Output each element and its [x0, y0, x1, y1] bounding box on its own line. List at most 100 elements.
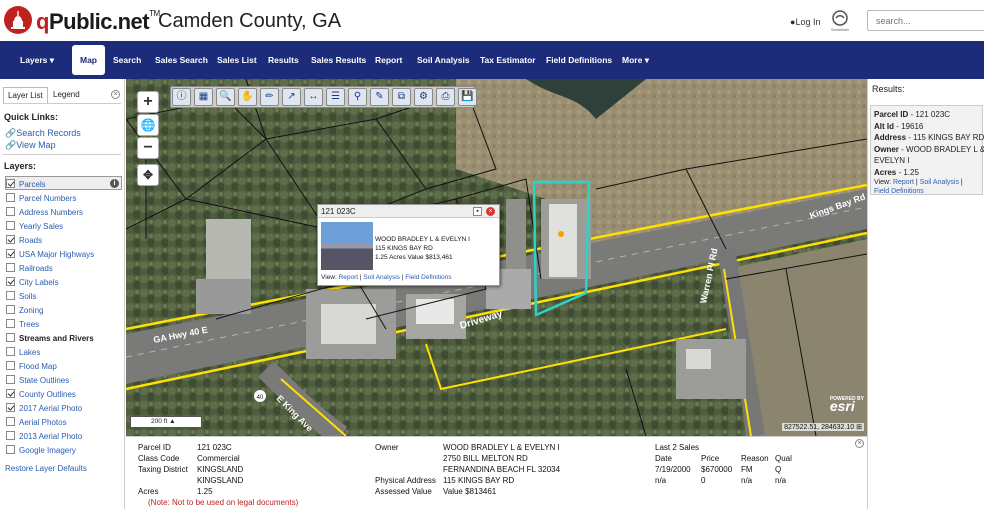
layer-item[interactable]: Trees: [6, 319, 39, 331]
popup-maximize-icon[interactable]: ▪: [473, 207, 482, 216]
zoom-in-button[interactable]: +: [137, 91, 159, 113]
nav-sales-list[interactable]: Sales List: [217, 41, 257, 79]
esri-logo[interactable]: POWERED BY esri: [830, 396, 864, 414]
nav-sales-results[interactable]: Sales Results: [311, 41, 366, 79]
nav-report[interactable]: Report: [375, 41, 402, 79]
layer-checkbox[interactable]: [6, 431, 15, 440]
layer-checkbox[interactable]: [6, 235, 15, 244]
layer-checkbox[interactable]: [6, 389, 15, 398]
layer-item[interactable]: Streams and Rivers: [6, 333, 94, 345]
quick-link-view-map[interactable]: 🔗View Map: [5, 140, 56, 151]
result-fielddef-link[interactable]: Field Definitions: [874, 188, 924, 195]
map-view[interactable]: GA Hwy 40 E E King Ave Driveway Kings Ba…: [126, 79, 867, 436]
nav-results[interactable]: Results: [268, 41, 299, 79]
tab-layer-list[interactable]: Layer List: [3, 87, 48, 103]
layer-item[interactable]: Aerial Photos: [6, 417, 67, 429]
layer-checkbox[interactable]: [6, 263, 15, 272]
tab-legend[interactable]: Legend: [49, 87, 84, 103]
nav-search[interactable]: Search: [113, 41, 141, 79]
popup-close-icon[interactable]: ×: [486, 207, 495, 216]
layer-checkbox[interactable]: [6, 305, 15, 314]
layer-checkbox[interactable]: [6, 403, 15, 412]
settings-icon[interactable]: ⚙: [414, 88, 433, 106]
nav-sales-search[interactable]: Sales Search: [155, 41, 208, 79]
layer-label: Streams and Rivers: [19, 334, 94, 343]
nav-map[interactable]: Map: [72, 45, 105, 75]
login-link[interactable]: ●Log In: [790, 17, 820, 27]
popup-report-link[interactable]: Report: [339, 274, 359, 281]
zoom-select-icon[interactable]: 🔍: [216, 88, 235, 106]
result-card[interactable]: Parcel ID - 121 023C Alt Id - 19616 Addr…: [870, 105, 984, 195]
layer-item[interactable]: Parcels: [6, 179, 46, 191]
layers-icon[interactable]: ☰: [326, 88, 345, 106]
result-soil-link[interactable]: Soil Analysis: [920, 179, 959, 186]
layer-checkbox[interactable]: [6, 221, 15, 230]
layer-checkbox[interactable]: [6, 417, 15, 426]
export-icon[interactable]: ↗: [282, 88, 301, 106]
layer-item[interactable]: Yearly Sales: [6, 221, 63, 233]
eraser-icon[interactable]: ✏: [260, 88, 279, 106]
identify-icon[interactable]: ⓘ: [172, 88, 191, 106]
layer-item[interactable]: Zoning: [6, 305, 43, 317]
info-icon[interactable]: i: [110, 179, 119, 188]
popup-view-label: View:: [321, 274, 337, 281]
layer-item[interactable]: Roads: [6, 235, 42, 247]
layer-checkbox[interactable]: [6, 277, 15, 286]
nav-tax-estimator[interactable]: Tax Estimator: [480, 41, 536, 79]
select-box-icon[interactable]: ▦: [194, 88, 213, 106]
capitol-dome-logo-icon[interactable]: [3, 5, 33, 35]
layer-checkbox[interactable]: [6, 347, 15, 356]
fullscreen-icon[interactable]: ⧉: [392, 88, 411, 106]
layer-checkbox[interactable]: [6, 291, 15, 300]
sale-row-2-qual: n/a: [775, 476, 787, 485]
popup-soil-link[interactable]: Soil Analysis: [363, 274, 400, 281]
measure-icon[interactable]: ↔: [304, 88, 323, 106]
layer-checkbox[interactable]: [6, 249, 15, 258]
layer-checkbox[interactable]: [6, 207, 15, 216]
layer-item[interactable]: State Outlines: [6, 375, 69, 387]
nav-more[interactable]: More ▾: [622, 41, 649, 79]
zoom-out-button[interactable]: −: [137, 137, 159, 159]
search-input[interactable]: [867, 10, 984, 31]
globe-button[interactable]: 🌐: [137, 114, 159, 136]
layer-item[interactable]: City Labels: [6, 277, 59, 289]
layer-item[interactable]: County Outlines: [6, 389, 76, 401]
layer-checkbox[interactable]: [6, 375, 15, 384]
layer-checkbox[interactable]: [6, 445, 15, 454]
quick-link-search-records[interactable]: 🔗Search Records: [5, 128, 81, 139]
draw-pencil-icon[interactable]: ✎: [370, 88, 389, 106]
restore-layer-defaults[interactable]: Restore Layer Defaults: [5, 464, 87, 473]
layer-checkbox[interactable]: [6, 179, 15, 188]
save-icon[interactable]: 💾: [458, 88, 477, 106]
layer-checkbox[interactable]: [6, 193, 15, 202]
layer-item[interactable]: Parcel Numbers: [6, 193, 76, 205]
hand-icon[interactable]: ✋: [238, 88, 257, 106]
layer-item[interactable]: Railroads: [6, 263, 53, 275]
brand-title[interactable]: qPublic.netTM: [36, 9, 160, 35]
print-icon[interactable]: ⎙: [436, 88, 455, 106]
layer-item[interactable]: USA Major Highways: [6, 249, 94, 261]
coords-toggle-icon[interactable]: ⊞: [856, 424, 862, 431]
popup-fielddef-link[interactable]: Field Definitions: [405, 274, 451, 281]
search-tool-icon[interactable]: ⚲: [348, 88, 367, 106]
layer-item[interactable]: 2017 Aerial Photo: [6, 403, 82, 415]
layer-item[interactable]: Lakes: [6, 347, 40, 359]
layer-item[interactable]: Address Numbers: [6, 207, 83, 219]
pan-button[interactable]: ✥: [137, 164, 159, 186]
close-details-icon[interactable]: ×: [855, 439, 864, 448]
layer-item[interactable]: Google Imagery: [6, 445, 76, 457]
nav-soil-analysis[interactable]: Soil Analysis: [417, 41, 470, 79]
layer-checkbox[interactable]: [6, 333, 15, 342]
layer-label: Zoning: [19, 306, 44, 315]
result-report-link[interactable]: Report: [893, 179, 914, 186]
layer-item[interactable]: Soils: [6, 291, 36, 303]
layer-checkbox[interactable]: [6, 361, 15, 370]
layer-checkbox[interactable]: [6, 319, 15, 328]
schneider-logo-icon[interactable]: Schneider: [826, 9, 854, 33]
layer-item[interactable]: Flood Map: [6, 361, 57, 373]
close-panel-icon[interactable]: ×: [111, 90, 120, 99]
layer-item[interactable]: 2013 Aerial Photo: [6, 431, 82, 443]
nav-field-definitions[interactable]: Field Definitions: [546, 41, 612, 79]
nav-layers[interactable]: Layers ▾: [20, 41, 54, 79]
parcel-popup[interactable]: 121 023C ▪ × WOOD BRADLEY L & EVELYN I 1…: [317, 204, 500, 286]
